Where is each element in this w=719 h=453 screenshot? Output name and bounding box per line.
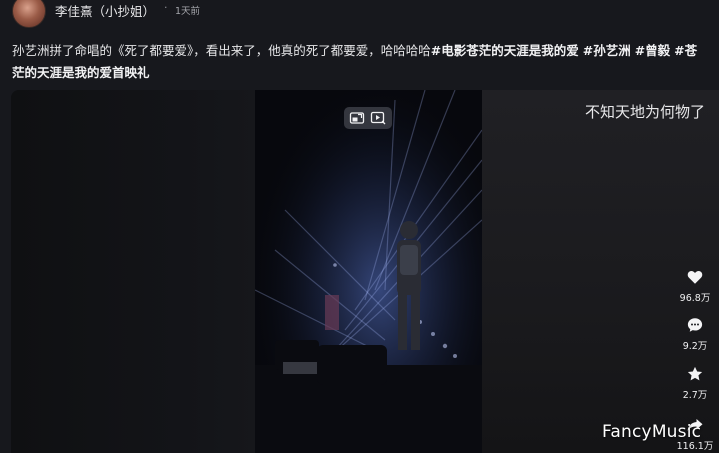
post-page: 李佳熹（小抄姐） · 1天前 孙艺洲拼了命唱的《死了都要爱》，看出来了，他真的死… bbox=[0, 0, 719, 453]
hashtag-link[interactable]: #曾毅 bbox=[635, 43, 670, 58]
concert-stage-image bbox=[255, 90, 482, 453]
star-icon bbox=[686, 365, 704, 383]
author-name[interactable]: 李佳熹（小抄姐） bbox=[55, 1, 155, 20]
description-line-2: 茫的天涯是我的爱首映礼 bbox=[12, 62, 719, 84]
post-time: 1天前 bbox=[175, 6, 201, 17]
description-text: 孙艺洲拼了命唱的《死了都要爱》，看出来了，他真的死了都要爱，哈哈哈哈 bbox=[12, 43, 431, 58]
favorite-count: 2.7万 bbox=[682, 390, 708, 401]
hashtag-link[interactable]: #孙艺洲 bbox=[583, 43, 631, 58]
post-header: 李佳熹（小抄姐） · 1天前 bbox=[0, 0, 719, 28]
description-line-1: 孙艺洲拼了命唱的《死了都要爱》，看出来了，他真的死了都要爱，哈哈哈哈#电影苍茫的… bbox=[12, 40, 719, 62]
like-count: 96.8万 bbox=[679, 293, 711, 304]
hashtag-link-continued[interactable]: 茫的天涯是我的爱首映礼 bbox=[12, 65, 150, 80]
play-window-icon[interactable] bbox=[370, 110, 386, 126]
video-watermark: FancyMusic bbox=[602, 422, 702, 442]
favorite-button[interactable]: 2.7万 bbox=[670, 365, 719, 401]
comment-icon bbox=[686, 316, 704, 334]
video-overlay-title: 不知天地为何物了 bbox=[584, 103, 705, 121]
like-button[interactable]: 96.8万 bbox=[670, 268, 719, 304]
comment-count: 9.2万 bbox=[682, 341, 708, 352]
comment-button[interactable]: 9.2万 bbox=[670, 316, 719, 352]
picture-in-picture-icon[interactable] bbox=[349, 110, 365, 126]
heart-icon bbox=[686, 268, 704, 286]
video-controls bbox=[344, 107, 392, 129]
hashtag-link[interactable]: #电影苍茫的天涯是我的爱 bbox=[431, 43, 579, 58]
video-blur-left bbox=[11, 90, 255, 453]
post-description: 孙艺洲拼了命唱的《死了都要爱》，看出来了，他真的死了都要爱，哈哈哈哈#电影苍茫的… bbox=[12, 40, 719, 84]
video-frame[interactable] bbox=[255, 90, 482, 453]
video-player[interactable]: 不知天地为何物了 bbox=[11, 90, 719, 453]
separator-dot: · bbox=[164, 1, 168, 14]
hashtag-link[interactable]: #苍 bbox=[674, 43, 697, 58]
avatar[interactable] bbox=[12, 0, 46, 28]
